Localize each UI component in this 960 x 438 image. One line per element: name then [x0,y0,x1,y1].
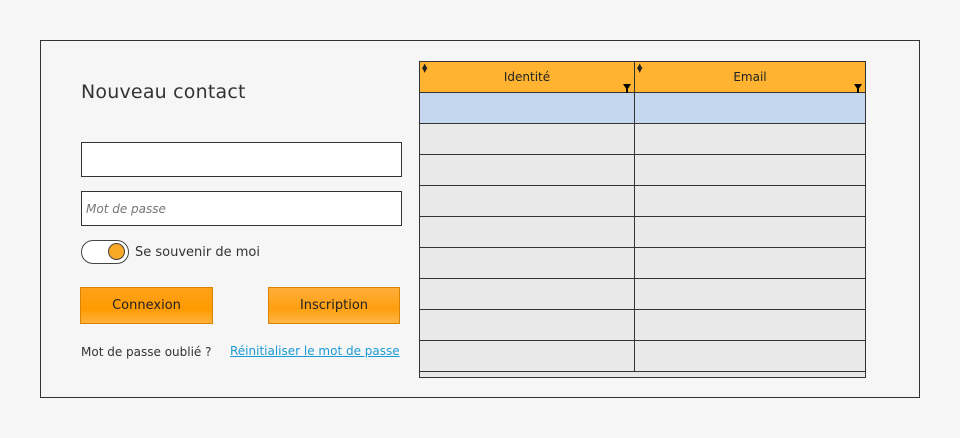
column-header-email[interactable]: ▲ ▼ Email [635,62,865,93]
username-field[interactable] [81,142,402,177]
identity-cell[interactable] [420,217,635,247]
email-cell[interactable] [635,93,865,123]
table-row[interactable] [420,217,865,248]
column-header-label: Email [733,70,767,84]
email-cell[interactable] [635,217,865,247]
filter-icon[interactable] [623,84,631,93]
contacts-table: ▲ ▼ Identité ▲ ▼ Email [419,61,866,378]
password-field[interactable] [81,191,402,226]
table-row[interactable] [420,341,865,372]
identity-cell[interactable] [420,124,635,154]
signup-button[interactable]: Inscription [268,287,400,324]
identity-cell[interactable] [420,341,635,371]
reset-password-link[interactable]: Réinitialiser le mot de passe [230,344,400,358]
toggle-knob [108,243,125,260]
forgot-password-text: Mot de passe oublié ? [81,345,212,359]
sort-arrows-icon[interactable]: ▲ ▼ [637,63,642,74]
email-cell[interactable] [635,310,865,340]
email-cell[interactable] [635,124,865,154]
login-panel: Nouveau contact Se souvenir de moi Conne… [40,40,920,398]
table-header: ▲ ▼ Identité ▲ ▼ Email [420,62,865,93]
identity-cell[interactable] [420,310,635,340]
table-row[interactable] [420,186,865,217]
identity-cell[interactable] [420,155,635,185]
remember-me-toggle[interactable] [81,240,129,264]
email-cell[interactable] [635,155,865,185]
table-row[interactable] [420,310,865,341]
email-cell[interactable] [635,186,865,216]
identity-cell[interactable] [420,279,635,309]
login-button[interactable]: Connexion [80,287,213,324]
table-row[interactable] [420,279,865,310]
identity-cell[interactable] [420,93,635,123]
remember-me-label: Se souvenir de moi [135,245,260,260]
identity-cell[interactable] [420,186,635,216]
identity-cell[interactable] [420,248,635,278]
filter-icon[interactable] [854,84,862,93]
email-cell[interactable] [635,341,865,371]
table-body [420,93,865,372]
page-title: Nouveau contact [81,81,246,103]
email-cell[interactable] [635,279,865,309]
table-row[interactable] [420,93,865,124]
column-header-label: Identité [503,70,551,84]
sort-arrows-icon[interactable]: ▲ ▼ [422,63,427,74]
column-header-identity[interactable]: ▲ ▼ Identité [420,62,635,93]
table-row[interactable] [420,248,865,279]
table-row[interactable] [420,124,865,155]
table-row[interactable] [420,155,865,186]
email-cell[interactable] [635,248,865,278]
